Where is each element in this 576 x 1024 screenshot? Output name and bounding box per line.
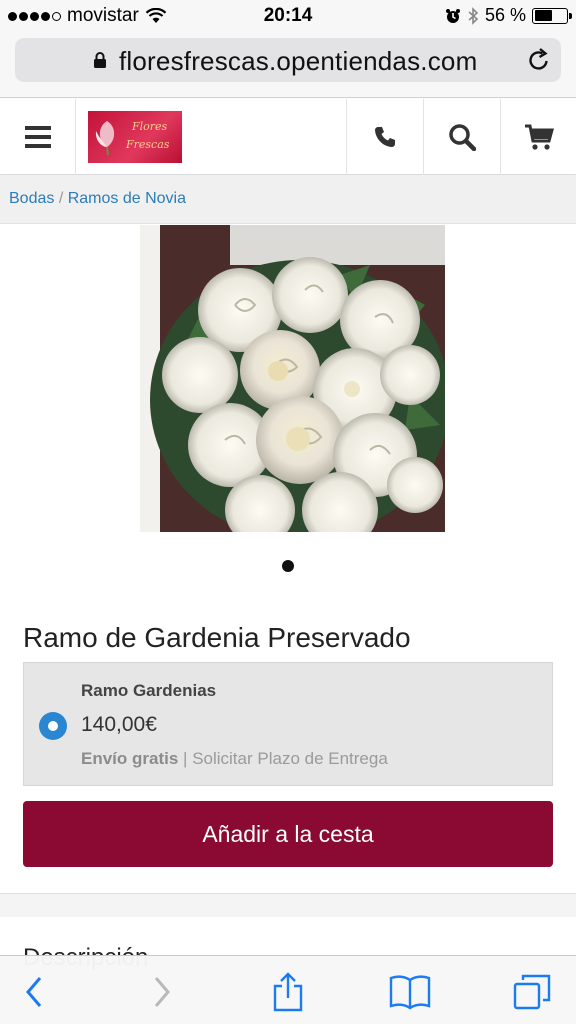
section-divider — [0, 893, 576, 917]
menu-button[interactable] — [0, 99, 76, 175]
logo-flower-icon — [95, 121, 115, 156]
back-button[interactable] — [12, 970, 56, 1014]
browser-address-area: floresfrescas.opentiendas.com — [0, 32, 576, 98]
add-to-cart-button[interactable]: Añadir a la cesta — [23, 801, 553, 867]
carousel-dot-active[interactable] — [282, 560, 294, 572]
logo-text-line2: Frescas — [126, 138, 170, 151]
forward-button[interactable] — [140, 970, 184, 1014]
bookmarks-button[interactable] — [388, 970, 432, 1014]
variant-price: 140,00€ — [81, 713, 157, 736]
bluetooth-icon — [468, 6, 479, 25]
browser-toolbar — [0, 955, 576, 1024]
battery-icon — [532, 7, 572, 24]
status-bar: movistar 20:14 56 % — [0, 0, 576, 32]
site-logo: Flores Frescas — [88, 111, 182, 163]
phone-icon — [375, 127, 395, 147]
shipping-separator: | — [178, 749, 193, 768]
status-right: 56 % — [445, 5, 572, 26]
variant-radio[interactable] — [39, 712, 67, 740]
back-arrow-icon — [26, 977, 42, 1007]
lock-icon — [94, 52, 106, 68]
search-button[interactable] — [423, 99, 500, 175]
product-image[interactable] — [140, 225, 445, 532]
shipping-info: Envío gratis | Solicitar Plazo de Entreg… — [81, 749, 388, 769]
free-shipping-label: Envío gratis — [81, 749, 179, 768]
menu-icon — [24, 126, 51, 148]
forward-arrow-icon — [154, 977, 170, 1007]
gardenia-bouquet-illustration — [140, 225, 445, 532]
battery-percent: 56 % — [484, 5, 526, 25]
variant-option[interactable]: Ramo Gardenias 140,00€ Envío gratis | So… — [23, 662, 553, 786]
breadcrumb-separator: / — [54, 190, 68, 207]
share-icon — [273, 972, 303, 1012]
logo-link[interactable]: Flores Frescas — [76, 99, 346, 175]
breadcrumb: Bodas / Ramos de Novia — [0, 176, 576, 224]
tabs-icon — [513, 974, 551, 1010]
breadcrumb-item-bodas[interactable]: Bodas — [9, 190, 54, 207]
share-button[interactable] — [266, 970, 310, 1014]
alarm-icon — [445, 8, 460, 23]
cart-icon — [524, 124, 554, 150]
address-bar[interactable]: floresfrescas.opentiendas.com — [15, 38, 561, 82]
logo-text-line1: Flores — [132, 120, 168, 133]
variant-name: Ramo Gardenias — [81, 681, 217, 700]
phone-button[interactable] — [346, 99, 423, 175]
cart-button[interactable] — [500, 99, 576, 175]
breadcrumb-item-ramos-de-novia[interactable]: Ramos de Novia — [68, 190, 186, 207]
search-icon — [449, 124, 476, 151]
delivery-time-link[interactable]: Solicitar Plazo de Entrega — [192, 749, 388, 768]
reload-icon[interactable] — [527, 46, 551, 72]
tabs-button[interactable] — [510, 970, 554, 1014]
site-header: Flores Frescas — [0, 99, 576, 175]
url-text[interactable]: floresfrescas.opentiendas.com — [119, 46, 477, 77]
product-title: Ramo de Gardenia Preservado — [23, 622, 411, 653]
book-icon — [389, 975, 431, 1010]
